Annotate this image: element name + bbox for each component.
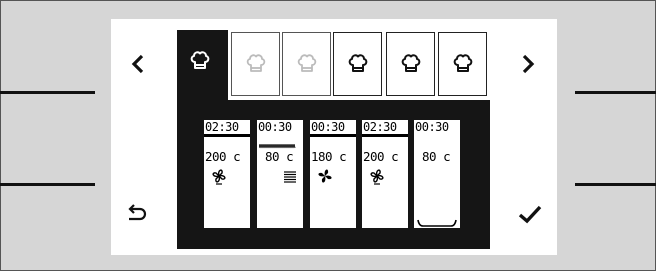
chef-hat-icon — [348, 54, 367, 72]
top-heat-bar — [310, 134, 356, 137]
checkmark-icon — [518, 205, 542, 224]
stage-time: 00:30 — [311, 120, 345, 134]
profile-tab-6[interactable] — [438, 32, 487, 96]
stage-mode — [277, 166, 303, 186]
stage-temperature: 200 c — [205, 149, 241, 164]
stage-time: 02:30 — [205, 120, 239, 134]
top-heat-bar — [204, 134, 250, 137]
left-top-button-line[interactable] — [0, 91, 95, 94]
profile-tab-5[interactable] — [386, 32, 435, 96]
next-button[interactable] — [514, 52, 542, 76]
back-button[interactable] — [121, 200, 151, 228]
chef-hat-icon — [297, 54, 316, 72]
stage-temperature: 80 c — [415, 149, 451, 164]
stage-card-3[interactable]: 00:30 180 c — [310, 120, 356, 228]
stage-temperature: 200 c — [363, 149, 399, 164]
left-bottom-button-line[interactable] — [0, 183, 95, 186]
stage-card-4[interactable]: 02:30 200 c — [362, 120, 408, 228]
profile-tab-3[interactable] — [282, 32, 331, 96]
right-bottom-button-line[interactable] — [575, 183, 656, 186]
profile-tab-1[interactable] — [179, 44, 228, 88]
stage-mode — [313, 166, 339, 186]
chef-hat-icon — [246, 54, 265, 72]
stage-card-1[interactable]: 02:30 200 c — [204, 120, 250, 228]
stage-time: 00:30 — [415, 120, 449, 134]
stage-time: 00:30 — [258, 120, 292, 134]
stage-time: 02:30 — [363, 120, 397, 134]
fan-icon — [318, 169, 332, 183]
bottom-heat-bar — [377, 219, 391, 228]
chef-hat-icon — [401, 54, 420, 72]
bottom-heat-bar — [206, 219, 248, 228]
fan-heat-icon — [212, 169, 226, 185]
stage-temperature: 80 c — [258, 149, 294, 164]
stage-mode — [207, 166, 233, 186]
chef-hat-icon — [453, 54, 472, 72]
stage-card-5[interactable]: 00:30 80 c — [414, 120, 460, 228]
previous-button[interactable] — [124, 52, 152, 76]
profile-tab-4[interactable] — [333, 32, 382, 96]
chevron-right-icon — [522, 54, 535, 74]
chevron-left-icon — [131, 54, 144, 74]
confirm-button[interactable] — [514, 200, 546, 228]
stage-mode — [365, 166, 391, 186]
stage-card-2[interactable]: 00:30 80 c — [257, 120, 303, 228]
fan-heat-icon — [370, 169, 384, 185]
steam-icon — [284, 171, 296, 183]
top-heat-bar — [362, 134, 408, 137]
stage-mode — [417, 166, 443, 186]
warming-tray-icon — [417, 213, 457, 228]
undo-arrow-icon — [128, 204, 147, 221]
chef-hat-icon — [190, 51, 210, 69]
stage-temperature: 180 c — [311, 149, 347, 164]
profile-tab-2[interactable] — [231, 32, 280, 96]
right-top-button-line[interactable] — [575, 91, 656, 94]
